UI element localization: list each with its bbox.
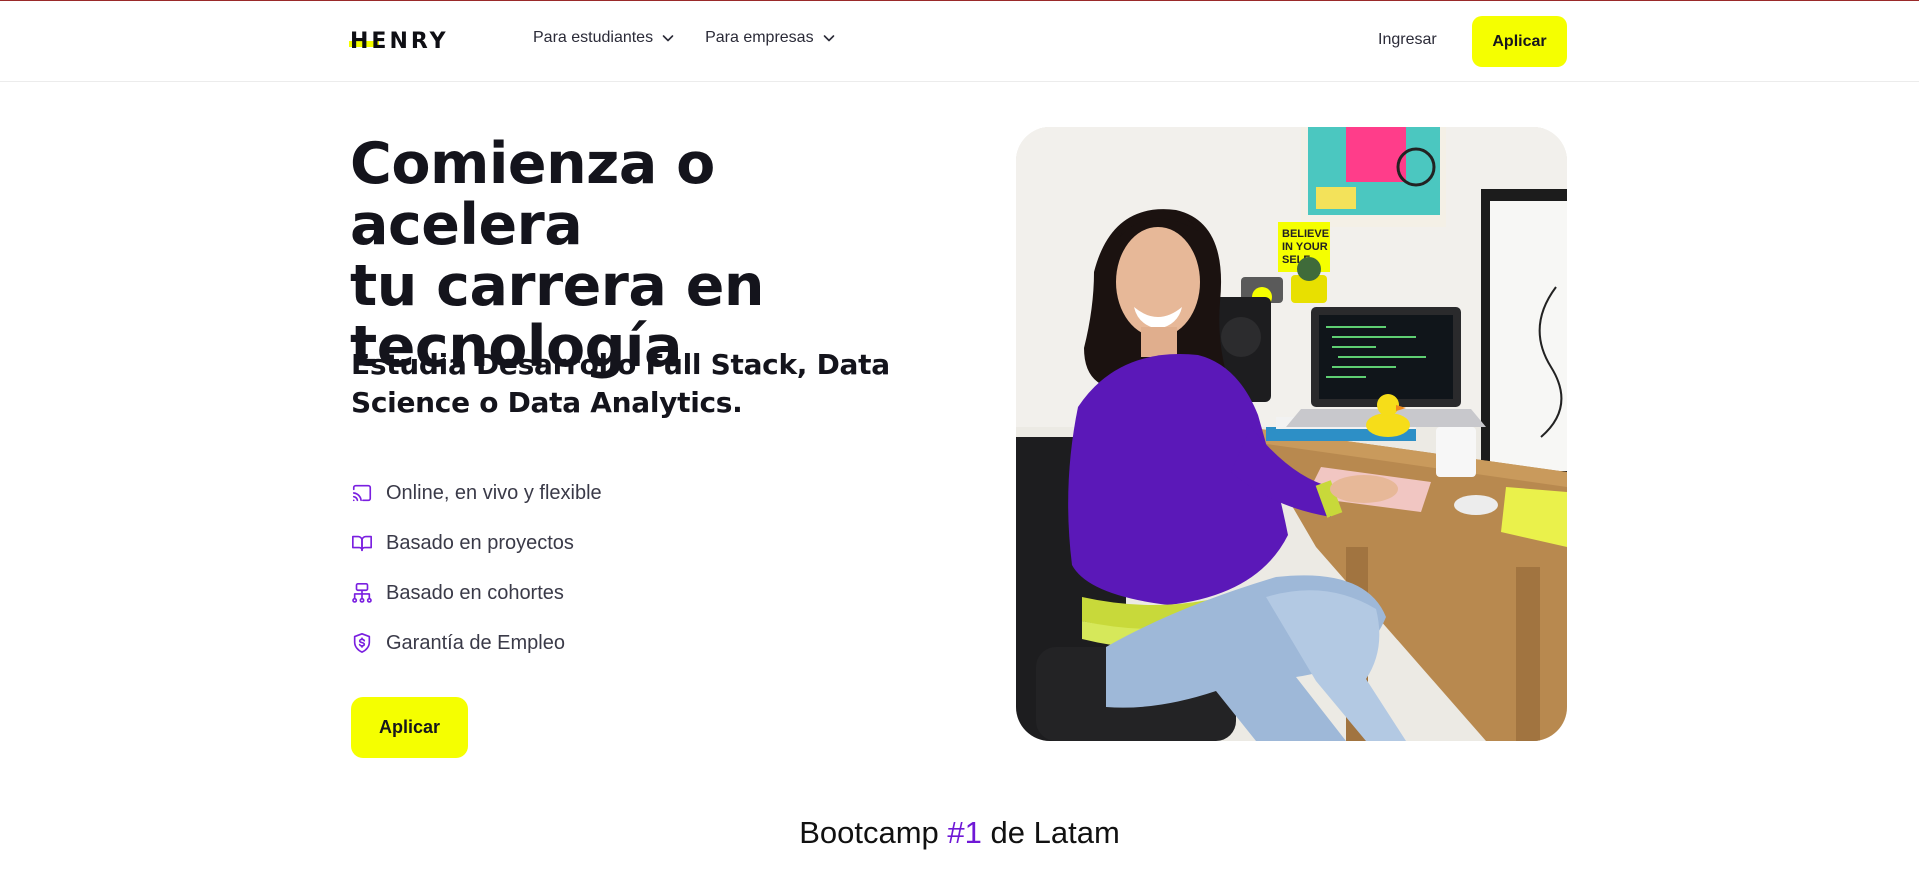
- navbar: HENRY Para estudiantes Para empresas Ing…: [0, 1, 1919, 82]
- feature-label: Basado en cohortes: [386, 581, 564, 604]
- apply-button-hero[interactable]: Aplicar: [351, 697, 468, 758]
- feature-item: Basado en cohortes: [350, 568, 602, 618]
- login-link[interactable]: Ingresar: [1378, 31, 1437, 49]
- hero-title: Comienza o acelera tu carrera en tecnolo…: [350, 134, 950, 378]
- feature-label: Online, en vivo y flexible: [386, 481, 602, 504]
- bootcamp-ranking: Bootcamp #1 de Latam: [0, 815, 1919, 851]
- hero-title-line: tu carrera en: [350, 253, 764, 319]
- poster-text: BELIEVE: [1282, 228, 1329, 240]
- nav-item-label: Para empresas: [705, 29, 814, 46]
- chevron-down-icon: [823, 35, 834, 42]
- feature-item: Basado en proyectos: [350, 518, 602, 568]
- feature-item: Online, en vivo y flexible: [350, 468, 602, 518]
- student-at-desk-illustration: BELIEVE IN YOUR SELF: [1016, 127, 1567, 741]
- henry-logo[interactable]: HENRY: [349, 28, 449, 54]
- nav-item-para-estudiantes[interactable]: Para estudiantes: [533, 29, 675, 47]
- chevron-down-icon: [662, 35, 674, 42]
- feature-label: Garantía de Empleo: [386, 631, 565, 654]
- shield-dollar-icon: [350, 631, 374, 655]
- logo-text: HENRY: [350, 28, 449, 54]
- nav-item-para-empresas[interactable]: Para empresas: [705, 29, 836, 47]
- apply-button-header[interactable]: Aplicar: [1472, 16, 1567, 67]
- poster-text: IN YOUR: [1282, 241, 1328, 253]
- hero-photo: BELIEVE IN YOUR SELF: [1016, 127, 1567, 741]
- feature-label: Basado en proyectos: [386, 531, 574, 554]
- feature-list: Online, en vivo y flexible Basado en pro…: [350, 468, 602, 668]
- nav-item-label: Para estudiantes: [533, 29, 654, 46]
- book-icon: [350, 531, 374, 555]
- ranking-highlight: #1: [947, 815, 982, 850]
- hero-subtitle: Estudia Desarrollo Full Stack, Data Scie…: [351, 348, 890, 419]
- ranking-prefix: Bootcamp: [799, 815, 948, 850]
- main-nav: Para estudiantes Para empresas: [533, 29, 836, 47]
- cast-icon: [350, 481, 374, 505]
- ranking-suffix: de Latam: [981, 815, 1120, 850]
- feature-item: Garantía de Empleo: [350, 618, 602, 668]
- cohorts-icon: [350, 581, 374, 605]
- hero-title-line: Comienza o acelera: [350, 131, 715, 258]
